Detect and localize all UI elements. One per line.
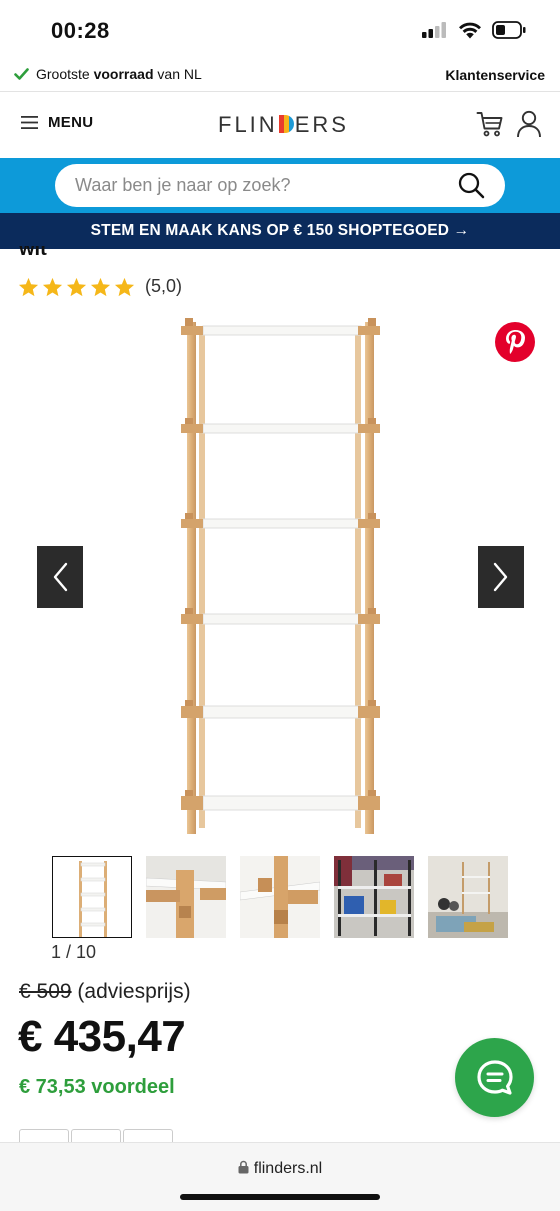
logo-text-end: ERS [294, 112, 349, 137]
thumbnail-3[interactable] [240, 856, 320, 938]
star-icon [90, 277, 111, 296]
customer-service-link[interactable]: Klantenservice [445, 67, 545, 83]
star-icon [18, 277, 39, 296]
search-input[interactable] [75, 164, 445, 207]
thumbnail-image-shelf-full [53, 857, 131, 937]
menu-label: MENU [48, 114, 94, 131]
chat-button[interactable] [455, 1038, 534, 1117]
checkmark-icon [14, 68, 29, 80]
carousel-prev-button[interactable] [37, 546, 83, 608]
wooden-shelving-unit-image [181, 318, 380, 834]
chat-bubble-icon [476, 1059, 513, 1095]
star-icon [42, 277, 63, 296]
usp-text-suffix: van NL [153, 66, 202, 82]
thumbnail-strip [52, 856, 508, 938]
usp-text-prefix: Grootste [36, 66, 94, 82]
thumbnail-image-connector-detail [240, 856, 320, 938]
variant-selector [19, 1129, 173, 1143]
rating-score: (5,0) [145, 276, 183, 296]
search-band [0, 158, 560, 213]
promo-banner[interactable]: STEM EN MAAK KANS OP € 150 SHOPTEGOED → [0, 213, 560, 249]
home-indicator [180, 1194, 380, 1200]
wifi-icon [459, 22, 481, 39]
url-display: flinders.nl [0, 1160, 560, 1178]
star-icon [114, 277, 135, 296]
usp-text-bold: voorraad [93, 66, 154, 82]
thumbnail-4[interactable] [334, 856, 414, 938]
pinterest-icon [506, 330, 525, 354]
old-price-value: € 509 [19, 980, 72, 1003]
advisory-price: € 509 (adviesprijs) [19, 980, 191, 1004]
status-time: 00:28 [51, 18, 110, 43]
url-text: flinders.nl [253, 1160, 323, 1177]
logo-text-start: FLIN [218, 112, 278, 137]
variant-option[interactable] [123, 1129, 173, 1143]
usp-message: Grootste voorraad van NL [14, 66, 202, 82]
flinders-logo[interactable]: FLIN ERS [218, 112, 349, 138]
product-rating[interactable]: (5,0) [18, 276, 182, 297]
thumbnail-5[interactable] [428, 856, 508, 938]
site-header: MENU FLIN ERS [0, 92, 560, 158]
pinterest-share-button[interactable] [495, 322, 535, 362]
cart-button[interactable] [476, 110, 504, 143]
savings-amount: € 73,53 voordeel [19, 1076, 175, 1098]
user-icon [517, 110, 541, 138]
star-icon [66, 277, 87, 296]
thumbnail-2[interactable] [146, 856, 226, 938]
battery-icon [492, 21, 526, 39]
product-title: wit [19, 246, 47, 260]
browser-url-bar[interactable]: flinders.nl [0, 1142, 560, 1211]
chevron-right-icon [493, 562, 508, 592]
status-icons [422, 21, 526, 39]
variant-option[interactable] [71, 1129, 121, 1143]
chevron-left-icon [53, 562, 68, 592]
search-icon [458, 172, 485, 199]
status-bar: 00:28 [0, 0, 560, 60]
logo-d-mark [278, 115, 294, 133]
thumbnail-image-joint-detail [146, 856, 226, 938]
hamburger-icon [21, 116, 38, 129]
cellular-signal-icon [422, 22, 446, 38]
carousel-next-button[interactable] [478, 546, 524, 608]
menu-button[interactable]: MENU [21, 114, 93, 131]
usp-bar: Grootste voorraad van NL Klantenservice [0, 60, 560, 92]
shopping-cart-icon [476, 112, 503, 137]
thumbnail-1[interactable] [52, 856, 132, 938]
search-button[interactable] [458, 172, 485, 204]
product-main-image[interactable] [175, 318, 395, 840]
usp-text: Grootste voorraad van NL [36, 66, 202, 82]
lock-icon [238, 1160, 249, 1174]
thumbnail-image-room-setting [428, 856, 508, 938]
account-button[interactable] [516, 110, 542, 143]
gallery-counter: 1 / 10 [51, 942, 97, 962]
search-box [55, 164, 505, 207]
current-price: € 435,47 [18, 1012, 186, 1061]
rating-stars [18, 277, 135, 297]
thumbnail-image-interior-shelves [334, 856, 414, 938]
old-price-suffix: (adviesprijs) [71, 980, 191, 1003]
variant-option[interactable] [19, 1129, 69, 1143]
